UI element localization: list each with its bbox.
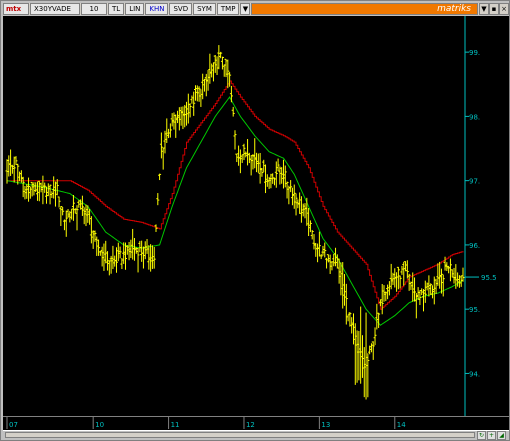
y-tick-label: 98. bbox=[469, 113, 480, 121]
grip-icon[interactable]: ◢ bbox=[497, 431, 506, 440]
y-tick-label: 99. bbox=[469, 49, 480, 57]
y-tick-label: 96. bbox=[469, 242, 480, 250]
price-chart-area[interactable]: 99. 98. 97. 96. 95. 94. 95.5 bbox=[3, 16, 509, 416]
zoom-icon[interactable]: + bbox=[487, 431, 496, 440]
app-logo: mtx bbox=[3, 3, 29, 15]
symbol-field[interactable]: X30YVADE bbox=[30, 3, 80, 15]
close-button[interactable]: × bbox=[499, 3, 509, 15]
y-tick-label: 95. bbox=[469, 306, 480, 314]
x-tick-label: 07 bbox=[9, 421, 18, 429]
toolbar-dropdown-icon[interactable]: ▼ bbox=[240, 3, 251, 15]
khn-button[interactable]: KHN bbox=[145, 3, 169, 15]
time-axis: 07 10 11 12 13 14 bbox=[3, 416, 509, 430]
horizontal-scrollbar[interactable] bbox=[5, 432, 475, 438]
price-chart: 99. 98. 97. 96. 95. 94. 95.5 bbox=[5, 16, 497, 416]
time-axis-svg: 07 10 11 12 13 14 bbox=[6, 417, 406, 429]
svd-button[interactable]: SVD bbox=[169, 3, 193, 15]
y-tick-label: 97. bbox=[469, 178, 480, 186]
period-field[interactable]: 10 bbox=[81, 3, 107, 15]
restore-button[interactable]: ▪ bbox=[489, 3, 499, 15]
sym-button[interactable]: SYM bbox=[193, 3, 216, 15]
current-price-label: 95.5 bbox=[481, 274, 497, 282]
x-tick-label: 10 bbox=[95, 421, 104, 429]
brand-label: matriks bbox=[251, 3, 478, 15]
corner-icons: ↻ + ◢ bbox=[477, 431, 507, 440]
refresh-icon[interactable]: ↻ bbox=[477, 431, 486, 440]
status-bar: ↻ + ◢ bbox=[3, 430, 509, 440]
tl-button[interactable]: TL bbox=[108, 3, 125, 15]
y-tick-label: 94. bbox=[469, 370, 480, 378]
x-tick-label: 13 bbox=[321, 421, 330, 429]
x-tick-label: 14 bbox=[397, 421, 406, 429]
minimize-button[interactable]: ▼ bbox=[479, 3, 489, 15]
x-tick-label: 11 bbox=[171, 421, 180, 429]
chart-toolbar: mtx X30YVADE 10 TL LIN KHN SVD SYM TMP ▼… bbox=[3, 3, 509, 15]
x-tick-label: 12 bbox=[246, 421, 255, 429]
chart-window: mtx X30YVADE 10 TL LIN KHN SVD SYM TMP ▼… bbox=[0, 0, 510, 441]
tmp-button[interactable]: TMP bbox=[216, 3, 240, 15]
lin-button[interactable]: LIN bbox=[125, 3, 145, 15]
